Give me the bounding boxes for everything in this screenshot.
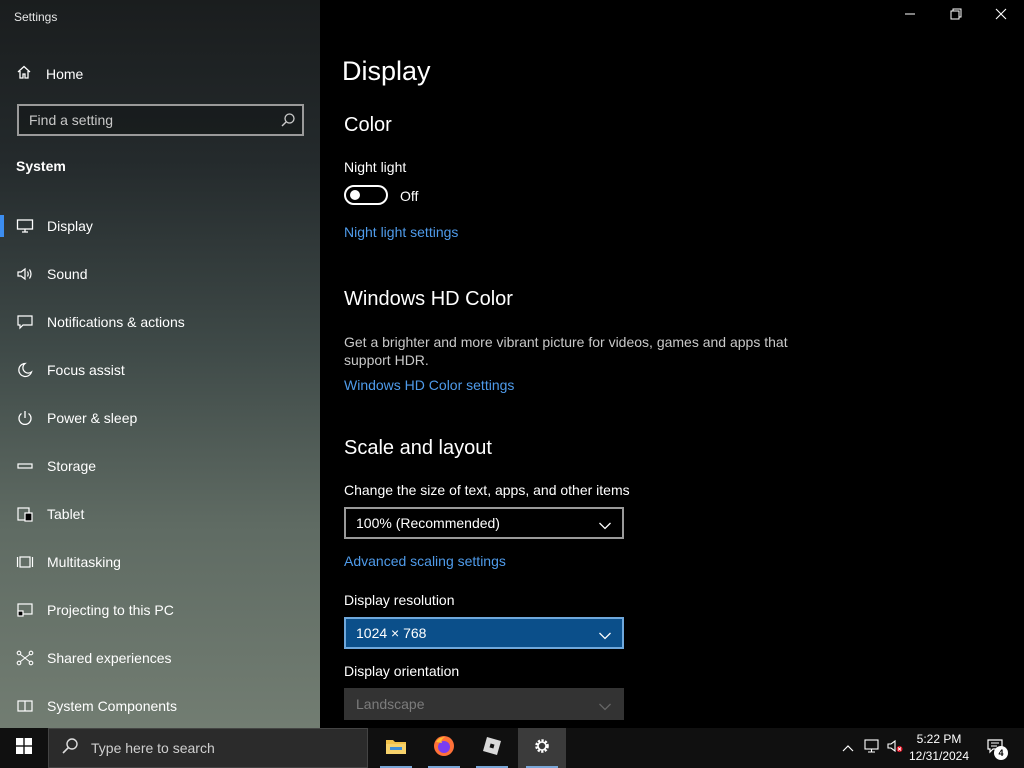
sidebar-item-shared-experiences[interactable]: Shared experiences [0, 634, 320, 682]
taskbar-settings[interactable] [518, 728, 566, 768]
orientation-value: Landscape [356, 696, 425, 712]
network-tray-button[interactable] [861, 728, 883, 768]
chevron-down-icon [598, 518, 612, 534]
search-icon[interactable] [280, 112, 296, 133]
sidebar-item-notifications[interactable]: Notifications & actions [0, 298, 320, 346]
power-icon [16, 409, 34, 427]
resolution-label: Display resolution [344, 592, 455, 608]
storage-icon [16, 457, 34, 475]
moon-icon [16, 361, 34, 379]
roblox-icon [482, 736, 502, 761]
sidebar-item-label: Multitasking [47, 554, 121, 570]
system-clock[interactable]: 5:22 PM 12/31/2024 [906, 731, 972, 765]
sidebar-item-label: Projecting to this PC [47, 602, 174, 618]
taskbar-roblox[interactable] [468, 728, 516, 768]
sidebar-item-label: Display [47, 218, 93, 234]
taskbar-search-placeholder: Type here to search [91, 740, 215, 756]
hd-color-description: Get a brighter and more vibrant picture … [344, 334, 788, 368]
resolution-dropdown[interactable]: 1024 × 768 [344, 617, 624, 649]
orientation-label: Display orientation [344, 663, 460, 679]
sidebar-item-focus-assist[interactable]: Focus assist [0, 346, 320, 394]
page-title: Display [342, 56, 431, 86]
hd-color-heading: Windows HD Color [344, 288, 513, 310]
settings-search-input[interactable] [19, 106, 302, 134]
night-light-state: Off [400, 188, 419, 204]
firefox-icon [433, 735, 455, 762]
home-link[interactable]: Home [16, 63, 83, 85]
monitor-icon [16, 217, 34, 235]
color-heading: Color [344, 114, 392, 136]
windows-logo-icon [16, 737, 32, 759]
sidebar-item-label: Storage [47, 458, 97, 474]
speaker-icon [16, 265, 34, 283]
components-icon [16, 697, 34, 715]
sidebar-item-storage[interactable]: Storage [0, 442, 320, 490]
size-label: Change the size of text, apps, and other… [344, 482, 630, 498]
minimize-icon [904, 7, 916, 25]
scale-dropdown[interactable]: 100% (Recommended) [344, 507, 624, 539]
volume-muted-icon [886, 738, 904, 759]
sidebar-item-label: Power & sleep [47, 410, 138, 426]
taskbar: Type here to search 5:22 PM 12/31/2024 4 [0, 728, 1024, 768]
taskbar-search-box[interactable]: Type here to search [48, 728, 368, 768]
home-label: Home [46, 66, 84, 82]
chevron-down-icon [598, 699, 612, 715]
sidebar-item-tablet[interactable]: Tablet [0, 490, 320, 538]
sidebar-item-label: Sound [47, 266, 88, 282]
sidebar: Settings Home System Display Sound [0, 0, 320, 728]
settings-gear-icon [532, 736, 552, 761]
projecting-icon [16, 601, 34, 619]
clock-time: 5:22 PM [916, 732, 962, 746]
sidebar-item-label: Tablet [47, 506, 85, 522]
restore-button[interactable] [933, 0, 979, 32]
sidebar-item-multitasking[interactable]: Multitasking [0, 538, 320, 586]
toggle-knob [350, 190, 360, 200]
volume-tray-button[interactable] [884, 728, 906, 768]
taskbar-firefox[interactable] [420, 728, 468, 768]
search-icon [61, 737, 79, 760]
sidebar-item-projecting[interactable]: Projecting to this PC [0, 586, 320, 634]
sidebar-item-label: Notifications & actions [47, 314, 185, 330]
chevron-up-icon [842, 739, 854, 757]
sidebar-item-label: System Components [47, 698, 177, 714]
show-hidden-icons-button[interactable] [838, 728, 858, 768]
chevron-down-icon [598, 628, 612, 644]
sidebar-item-label: Focus assist [47, 362, 125, 378]
file-explorer-icon [385, 737, 407, 760]
start-button[interactable] [0, 728, 48, 768]
scale-value: 100% (Recommended) [356, 515, 500, 531]
sidebar-item-power-sleep[interactable]: Power & sleep [0, 394, 320, 442]
tablet-icon [16, 505, 34, 523]
sidebar-item-display[interactable]: Display [0, 202, 320, 250]
minimize-button[interactable] [887, 0, 933, 32]
main-content: Display Color Night light Off Night ligh… [320, 0, 1024, 728]
clock-date: 12/31/2024 [908, 749, 970, 763]
taskbar-file-explorer[interactable] [372, 728, 420, 768]
night-light-settings-link[interactable]: Night light settings [344, 224, 458, 240]
section-label-system: System [16, 158, 66, 174]
orientation-dropdown[interactable]: Landscape [344, 688, 624, 720]
close-button[interactable] [978, 0, 1024, 32]
settings-search-box[interactable] [17, 104, 304, 136]
hd-color-settings-link[interactable]: Windows HD Color settings [344, 377, 514, 393]
night-light-toggle[interactable] [344, 185, 388, 205]
sidebar-item-sound[interactable]: Sound [0, 250, 320, 298]
advanced-scaling-link[interactable]: Advanced scaling settings [344, 553, 506, 569]
notification-count-badge: 4 [994, 746, 1008, 760]
notification-icon [16, 313, 34, 331]
resolution-value: 1024 × 768 [356, 625, 427, 641]
sidebar-nav: Display Sound Notifications & actions Fo… [0, 202, 320, 728]
home-icon [16, 64, 32, 85]
restore-icon [950, 7, 962, 25]
network-icon [863, 738, 881, 759]
multitasking-icon [16, 553, 34, 571]
window-title: Settings [14, 10, 58, 24]
close-icon [995, 7, 1007, 25]
shared-icon [16, 649, 34, 667]
scale-layout-heading: Scale and layout [344, 437, 492, 459]
night-light-label: Night light [344, 159, 407, 175]
sidebar-item-label: Shared experiences [47, 650, 172, 666]
sidebar-item-system-components[interactable]: System Components [0, 682, 320, 728]
